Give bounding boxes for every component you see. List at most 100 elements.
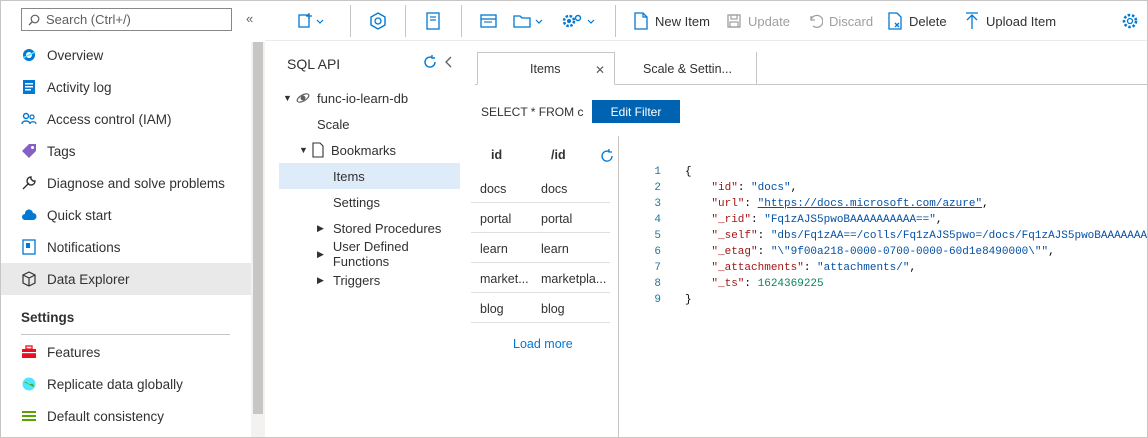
nav-item-label: Data Explorer bbox=[47, 271, 130, 287]
json-value: "\"9f00a218-0000-0700-0000-60d1e8490000\… bbox=[770, 246, 1049, 258]
json-key: "_attachments" bbox=[711, 262, 804, 274]
resource-menu: Search (Ctrl+/) « Overview Activity log … bbox=[1, 1, 253, 437]
edit-filter-button[interactable]: Edit Filter bbox=[592, 100, 680, 123]
code-line: } bbox=[685, 294, 692, 306]
load-more-link[interactable]: Load more bbox=[513, 337, 573, 351]
refresh-icon[interactable] bbox=[422, 54, 438, 70]
tree-database[interactable]: ▼ func-io-learn-db bbox=[283, 85, 408, 111]
nav-item-activity-log[interactable]: Activity log bbox=[1, 71, 251, 103]
new-container-icon bbox=[298, 13, 324, 28]
nav-item-overview[interactable]: Overview bbox=[1, 39, 251, 71]
table-row[interactable]: learn learn bbox=[471, 233, 610, 263]
search-input[interactable]: Search (Ctrl+/) bbox=[21, 8, 232, 31]
tree-udfs[interactable]: ▶ User Defined Functions bbox=[317, 239, 467, 269]
table-row[interactable]: blog blog bbox=[471, 293, 610, 323]
tree-items[interactable]: Items bbox=[279, 163, 460, 189]
container-icon bbox=[312, 142, 324, 158]
nav-item-features[interactable]: Features bbox=[1, 336, 251, 368]
line-number: 4 bbox=[654, 214, 661, 226]
cosmos-shell-button[interactable] bbox=[369, 11, 393, 31]
json-editor[interactable]: 1 2 3 4 5 6 7 8 9 { "id": "docs", "url":… bbox=[621, 159, 1147, 437]
cube-icon bbox=[21, 271, 37, 287]
settings-dropdown-button[interactable] bbox=[561, 11, 607, 31]
lines-icon bbox=[21, 408, 37, 424]
upload-item-button[interactable]: Upload Item bbox=[964, 11, 1056, 31]
column-header-id[interactable]: id bbox=[491, 148, 502, 162]
tree-stored-procedures[interactable]: ▶ Stored Procedures bbox=[317, 215, 441, 241]
cell-partition-key: marketpla... bbox=[541, 272, 607, 286]
table-row[interactable]: docs docs bbox=[471, 173, 610, 203]
tree-settings[interactable]: Settings bbox=[333, 189, 380, 215]
nav-item-label: Replicate data globally bbox=[47, 376, 183, 392]
json-comma: , bbox=[790, 182, 798, 194]
open-query-button[interactable] bbox=[512, 11, 554, 31]
toolbar-separator bbox=[405, 5, 406, 37]
delete-button[interactable]: Delete bbox=[887, 11, 947, 31]
json-key: "_ts" bbox=[711, 278, 745, 290]
api-title: SQL API bbox=[287, 56, 341, 72]
settings-button[interactable] bbox=[1121, 11, 1145, 31]
udfs-label: User Defined Functions bbox=[332, 239, 409, 269]
nav-item-replicate[interactable]: Replicate data globally bbox=[1, 368, 251, 400]
nav-item-tags[interactable]: Tags bbox=[1, 135, 251, 167]
tab-items[interactable]: Items ✕ bbox=[477, 52, 615, 85]
toolbar-separator bbox=[615, 5, 616, 37]
open-brace: { bbox=[685, 166, 692, 178]
nav-item-quick-start[interactable]: Quick start bbox=[1, 199, 251, 231]
column-header-partition-key[interactable]: /id bbox=[551, 148, 566, 162]
nav-item-notifications[interactable]: Notifications bbox=[1, 231, 251, 263]
code-line: "id": "docs", bbox=[711, 182, 798, 194]
notification-icon bbox=[21, 239, 37, 255]
caret-down-icon: ▼ bbox=[283, 93, 292, 103]
tree-container[interactable]: ▼ Bookmarks bbox=[299, 137, 396, 163]
nav-item-consistency[interactable]: Default consistency bbox=[1, 400, 251, 432]
caret-right-icon: ▶ bbox=[317, 248, 324, 259]
table-row[interactable]: market... marketpla... bbox=[471, 263, 610, 293]
new-sql-query-button[interactable] bbox=[480, 11, 504, 31]
nav-item-data-explorer[interactable]: Data Explorer bbox=[1, 263, 251, 295]
notebook-button[interactable] bbox=[425, 11, 447, 31]
nav-item-label: Tags bbox=[47, 143, 76, 159]
line-number: 8 bbox=[654, 278, 661, 290]
close-icon[interactable]: ✕ bbox=[595, 63, 605, 77]
tab-scale-settings[interactable]: Scale & Settin... bbox=[617, 52, 757, 85]
line-number: 7 bbox=[654, 262, 661, 274]
cell-id: docs bbox=[480, 182, 507, 196]
menu-scrollbar-thumb[interactable] bbox=[253, 42, 263, 414]
line-number: 1 bbox=[654, 166, 661, 178]
query-icon bbox=[480, 14, 497, 28]
wrench-icon bbox=[21, 175, 37, 191]
nav-item-label: Overview bbox=[47, 47, 104, 63]
section-divider bbox=[21, 334, 230, 335]
collapse-tree-icon[interactable] bbox=[443, 54, 453, 70]
gear-icon bbox=[562, 14, 595, 28]
search-placeholder: Search (Ctrl+/) bbox=[46, 12, 131, 27]
resource-tree: SQL API ▼ func-io-learn-db Scale ▼ Bookm… bbox=[267, 42, 467, 437]
discard-button[interactable]: Discard bbox=[807, 11, 873, 31]
shell-icon bbox=[370, 12, 386, 30]
update-button[interactable]: Update bbox=[726, 11, 790, 31]
json-key: "url" bbox=[711, 198, 745, 210]
code-line: "_attachments": "attachments/", bbox=[711, 262, 917, 274]
cell-id: market... bbox=[480, 272, 529, 286]
nav-item-access-control[interactable]: Access control (IAM) bbox=[1, 103, 251, 135]
tree-triggers[interactable]: ▶ Triggers bbox=[317, 267, 380, 293]
nav-item-diagnose[interactable]: Diagnose and solve problems bbox=[1, 167, 251, 199]
database-label: func-io-learn-db bbox=[317, 90, 409, 106]
save-icon bbox=[727, 14, 741, 28]
new-container-button[interactable] bbox=[297, 11, 331, 31]
toolbar-separator bbox=[350, 5, 351, 37]
code-line: "url": "https://docs.microsoft.com/azure… bbox=[711, 198, 989, 210]
json-url-value[interactable]: "https://docs.microsoft.com/azure" bbox=[758, 198, 982, 210]
json-value: "Fq1zAJS5pwoBAAAAAAAAAA==" bbox=[764, 214, 936, 226]
json-key: "id" bbox=[711, 182, 738, 194]
tree-scale[interactable]: Scale bbox=[317, 111, 350, 137]
search-icon bbox=[28, 14, 40, 25]
line-number: 3 bbox=[654, 198, 661, 210]
collapse-menu-button[interactable]: « bbox=[246, 11, 253, 26]
table-row[interactable]: portal portal bbox=[471, 203, 610, 233]
json-key: "_self" bbox=[711, 230, 758, 242]
refresh-icon[interactable] bbox=[599, 148, 615, 164]
new-item-button[interactable]: New Item bbox=[633, 11, 710, 31]
nav-item-label: Diagnose and solve problems bbox=[47, 175, 225, 191]
